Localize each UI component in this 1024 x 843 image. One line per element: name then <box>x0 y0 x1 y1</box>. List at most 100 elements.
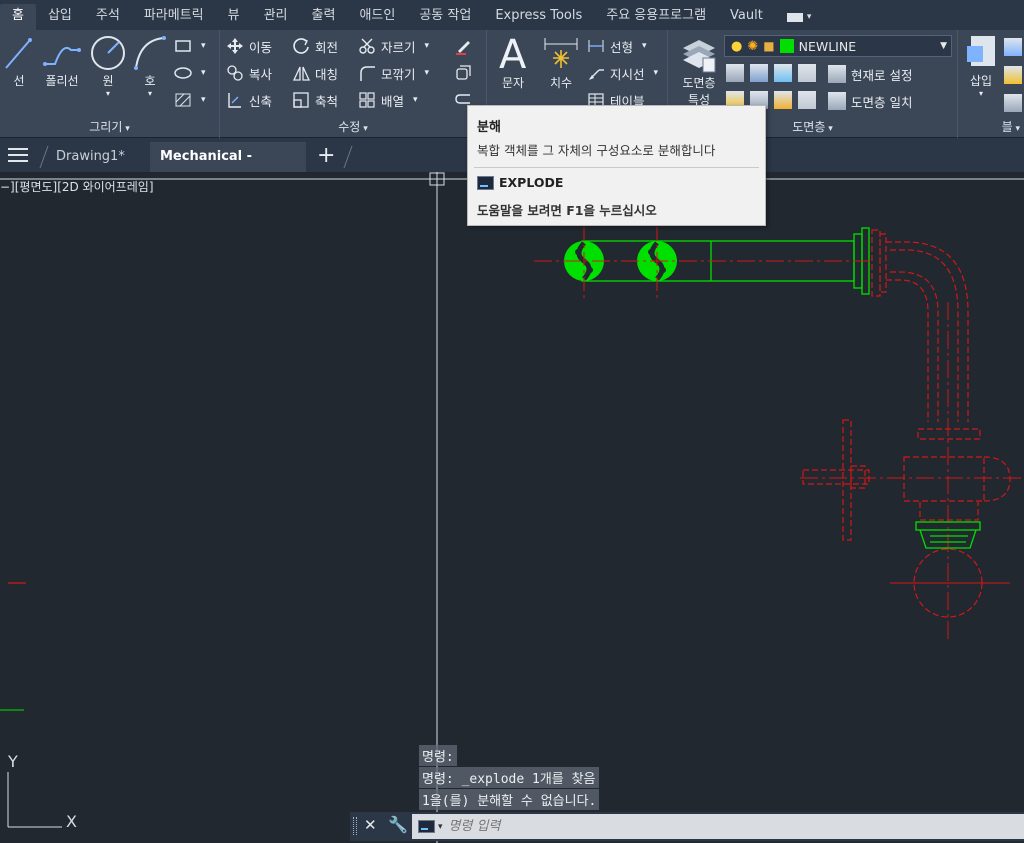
text-tool[interactable]: A 문자 <box>493 32 533 91</box>
ellipse-tool[interactable]: ▾ <box>174 61 206 85</box>
tab-manage[interactable]: 관리 <box>252 4 300 30</box>
match-layer-label: 도면층 일치 <box>851 94 913 110</box>
ribbon-display-toggle[interactable]: ▾ <box>775 4 824 30</box>
trim-tool[interactable]: 자르기 ▾ <box>358 34 429 58</box>
command-input[interactable] <box>448 819 969 834</box>
layer-unlock-icon[interactable] <box>798 91 816 109</box>
tab-insert[interactable]: 삽입 <box>36 4 84 30</box>
tab-addins[interactable]: 애드인 <box>347 4 407 30</box>
panel-draw: 선 폴리선 원 ▾ 호 ▾ ▾ ▾ ▾ 그리기 ▾ <box>0 30 220 138</box>
polyline-tool[interactable]: 폴리선 <box>38 36 86 89</box>
polyline-label: 폴리선 <box>45 74 79 88</box>
fillet-icon <box>360 66 375 81</box>
layer-name: NEWLINE <box>798 38 857 54</box>
eraser-icon <box>456 41 470 55</box>
svg-text:A: A <box>499 32 527 74</box>
new-tab-button[interactable]: + <box>317 143 335 169</box>
edit-attributes-icon[interactable] <box>1004 94 1022 112</box>
menu-icon[interactable] <box>8 148 28 162</box>
tab-output[interactable]: 출력 <box>300 4 348 30</box>
erase-tool[interactable] <box>454 34 472 58</box>
draw-panel-title[interactable]: 그리기 <box>0 118 219 135</box>
explode-tooltip: 분해 복합 객체를 그 자체의 구성요소로 분해합니다 EXPLODE 도움말을… <box>467 105 766 226</box>
block-tools-column <box>1004 38 1022 112</box>
ucs-y-label: Y <box>8 752 18 771</box>
offset-icon <box>456 65 471 80</box>
tab-express-tools[interactable]: Express Tools <box>483 4 594 30</box>
stretch-icon <box>228 93 241 108</box>
crosshair-cursor <box>0 172 1024 843</box>
copy-label: 복사 <box>249 66 273 82</box>
circle-tool[interactable]: 원 ▾ <box>88 34 128 98</box>
line-tool[interactable]: 선 <box>4 36 34 89</box>
rectangle-tool[interactable]: ▾ <box>174 34 206 58</box>
scissors-icon <box>359 38 375 54</box>
sun-icon: ✺ <box>747 38 759 54</box>
polyline-icon <box>43 46 81 66</box>
close-icon[interactable]: ✕ <box>364 816 377 834</box>
dimension-label: 치수 <box>549 76 573 90</box>
offset-tool[interactable] <box>454 61 472 85</box>
ribbon-toggle-icon <box>786 12 803 22</box>
layer-off-icon[interactable] <box>726 64 744 82</box>
copy-tool[interactable]: 복사 <box>226 61 272 85</box>
array-icon <box>359 92 375 108</box>
tab-vault[interactable]: Vault <box>718 4 775 30</box>
layer-dropdown[interactable]: ● ✺ ■ NEWLINE ▼ <box>724 35 952 57</box>
tooltip-title: 분해 <box>477 120 501 135</box>
dimension-tool[interactable]: 치수 <box>539 34 583 91</box>
tab-annotate[interactable]: 주석 <box>84 4 132 30</box>
command-prompt-icon[interactable] <box>418 820 435 833</box>
layer-thaw-icon[interactable] <box>774 91 792 109</box>
linear-dim-tool[interactable]: 선형 ▾ <box>587 34 647 58</box>
stretch-tool[interactable]: 신축 <box>226 88 272 112</box>
command-history-line: 명령: <box>419 745 457 766</box>
fillet-tool[interactable]: 모깎기 ▾ <box>358 61 429 85</box>
leader-label: 지시선 <box>610 66 645 82</box>
layer-tools-row-1 <box>726 64 816 82</box>
tab-drawing1-label: Drawing1* <box>56 149 125 164</box>
tooltip-command: EXPLODE <box>477 175 563 190</box>
array-tool[interactable]: 배열 ▾ <box>358 88 418 112</box>
command-line-icon <box>477 175 494 190</box>
match-layer-tool[interactable]: 도면층 일치 <box>828 89 912 113</box>
chevron-down-icon[interactable]: ▾ <box>438 822 443 832</box>
tab-home[interactable]: 홈 <box>0 4 36 30</box>
modify-panel-title[interactable]: 수정 <box>220 118 486 135</box>
tab-mechanical-xref[interactable]: Mechanical - Xref*✕ <box>150 142 306 194</box>
mirror-label: 대칭 <box>315 66 339 82</box>
create-block-icon[interactable] <box>1004 38 1022 56</box>
command-bar-grip[interactable] <box>353 817 357 835</box>
wrench-icon[interactable]: 🔧 <box>388 815 408 834</box>
scale-tool[interactable]: 축척 <box>292 88 338 112</box>
tab-view[interactable]: 뷰 <box>216 4 252 30</box>
layer-freeze-icon[interactable] <box>774 64 792 82</box>
rotate-tool[interactable]: 회전 <box>292 34 338 58</box>
ellipse-icon <box>174 67 192 79</box>
layer-lock-icon[interactable] <box>798 64 816 82</box>
copy-icon <box>227 65 243 81</box>
arc-tool[interactable]: 호 ▾ <box>132 34 168 98</box>
circle-icon <box>91 36 125 70</box>
tab-featured-apps[interactable]: 주요 응용프로그램 <box>594 4 718 30</box>
hatch-tool[interactable]: ▾ <box>174 88 206 112</box>
tooltip-divider <box>474 167 759 168</box>
rotate-icon <box>293 38 309 54</box>
scale-icon <box>293 92 309 108</box>
insert-block-tool[interactable]: 삽입 ▾ <box>962 32 1000 98</box>
command-input-wrapper: ▾ <box>412 814 1024 839</box>
leader-tool[interactable]: 지시선 ▾ <box>587 61 658 85</box>
block-panel-title[interactable]: 블 <box>958 118 1024 135</box>
layer-properties-tool[interactable]: 도면층 특성 <box>674 34 724 108</box>
edit-block-icon[interactable] <box>1004 66 1022 84</box>
layer-isolate-icon[interactable] <box>750 64 768 82</box>
mirror-tool[interactable]: 대칭 <box>292 61 338 85</box>
tab-drawing1[interactable]: Drawing1* <box>46 142 135 172</box>
drawing-canvas[interactable]: −][평면도][2D 와이어프레임] Y X <box>0 172 1024 843</box>
tab-collaborate[interactable]: 공동 작업 <box>407 4 483 30</box>
fillet-label: 모깎기 <box>381 66 416 82</box>
tab-parametric[interactable]: 파라메트릭 <box>132 4 216 30</box>
make-current-tool[interactable]: 현재로 설정 <box>828 62 912 86</box>
text-label: 문자 <box>501 76 525 90</box>
move-tool[interactable]: 이동 <box>226 34 272 58</box>
